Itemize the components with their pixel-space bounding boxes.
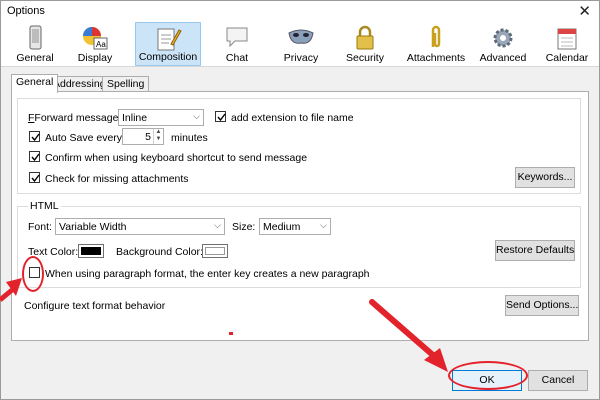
tab-general[interactable]: General bbox=[11, 74, 59, 93]
annotation-arrows bbox=[0, 278, 448, 372]
arrow-to-checkbox bbox=[0, 278, 22, 302]
arrow-to-ok bbox=[369, 299, 448, 372]
stray-mark bbox=[229, 332, 233, 335]
